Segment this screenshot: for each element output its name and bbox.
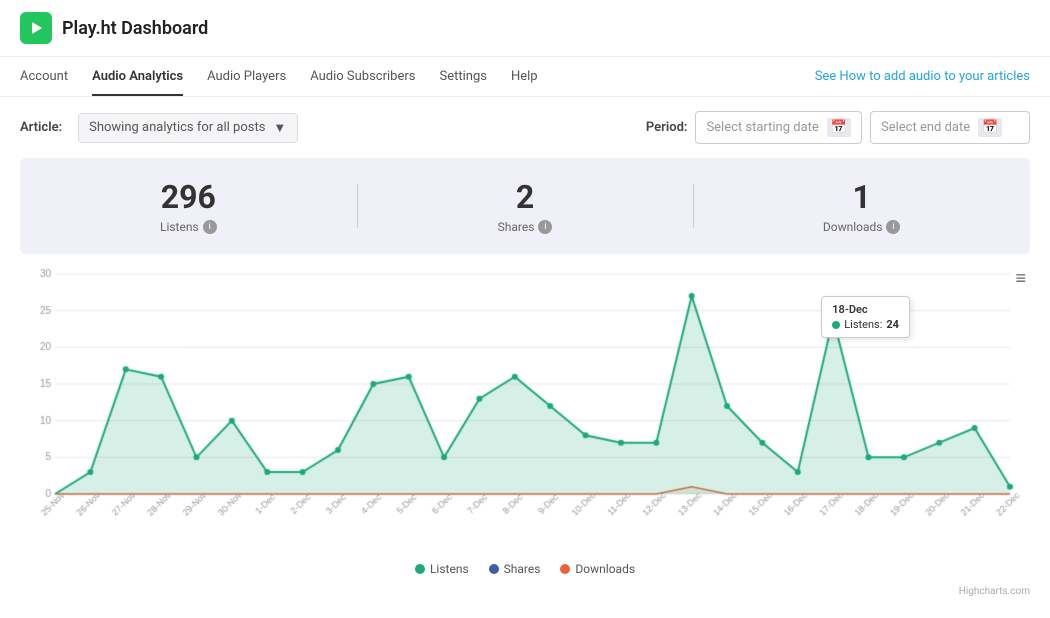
legend-downloads: Downloads: [560, 562, 635, 576]
logo: [20, 12, 52, 44]
highcharts-credits: Highcharts.com: [0, 584, 1050, 599]
chart-legend: Listens Shares Downloads: [0, 554, 1050, 584]
listens-value: 296: [20, 178, 357, 216]
start-date-picker[interactable]: Select starting date 📅: [695, 111, 862, 144]
nav-settings[interactable]: Settings: [439, 57, 486, 96]
shares-label: Shares i: [357, 220, 694, 234]
start-date-value: Select starting date: [706, 120, 818, 135]
downloads-label: Downloads i: [693, 220, 1030, 234]
legend-listens-dot: [415, 564, 425, 574]
end-date-picker[interactable]: Select end date 📅: [870, 111, 1030, 144]
stat-shares: 2 Shares i: [357, 178, 694, 234]
end-date-value: Select end date: [881, 120, 970, 135]
listens-label: Listens i: [20, 220, 357, 234]
legend-shares: Shares: [489, 562, 541, 576]
nav-audio-players[interactable]: Audio Players: [207, 57, 286, 96]
shares-value: 2: [357, 178, 694, 216]
nav-highlight-link[interactable]: See How to add audio to your articles: [815, 57, 1030, 96]
legend-listens-label: Listens: [430, 562, 469, 576]
chart-area: [20, 264, 1030, 544]
nav-account[interactable]: Account: [20, 57, 68, 96]
period-label: Period:: [646, 120, 688, 135]
nav-help[interactable]: Help: [511, 57, 538, 96]
downloads-value: 1: [693, 178, 1030, 216]
stat-downloads: 1 Downloads i: [693, 178, 1030, 234]
shares-info-icon[interactable]: i: [538, 220, 552, 234]
legend-shares-dot: [489, 564, 499, 574]
article-dropdown[interactable]: Showing analytics for all posts ▼: [78, 113, 298, 143]
article-value: Showing analytics for all posts: [89, 120, 265, 135]
main-nav: Account Audio Analytics Audio Players Au…: [0, 57, 1050, 97]
header: Play.ht Dashboard: [0, 0, 1050, 57]
stat-listens: 296 Listens i: [20, 178, 357, 234]
chart-container: ≡ 18-Dec Listens: 24: [20, 264, 1030, 544]
legend-shares-label: Shares: [504, 562, 541, 576]
chevron-down-icon: ▼: [273, 120, 286, 136]
nav-audio-subscribers[interactable]: Audio Subscribers: [310, 57, 415, 96]
calendar-icon: 📅: [827, 118, 851, 137]
stats-row: 296 Listens i 2 Shares i 1 Downloads i: [20, 158, 1030, 254]
controls-bar: Article: Showing analytics for all posts…: [0, 97, 1050, 158]
legend-listens: Listens: [415, 562, 469, 576]
app-title: Play.ht Dashboard: [62, 18, 208, 39]
legend-downloads-dot: [560, 564, 570, 574]
listens-info-icon[interactable]: i: [203, 220, 217, 234]
nav-audio-analytics[interactable]: Audio Analytics: [92, 57, 183, 96]
article-label: Article:: [20, 120, 62, 135]
downloads-info-icon[interactable]: i: [886, 220, 900, 234]
period-section: Period: Select starting date 📅 Select en…: [646, 111, 1030, 144]
calendar-icon-end: 📅: [978, 118, 1002, 137]
legend-downloads-label: Downloads: [575, 562, 635, 576]
